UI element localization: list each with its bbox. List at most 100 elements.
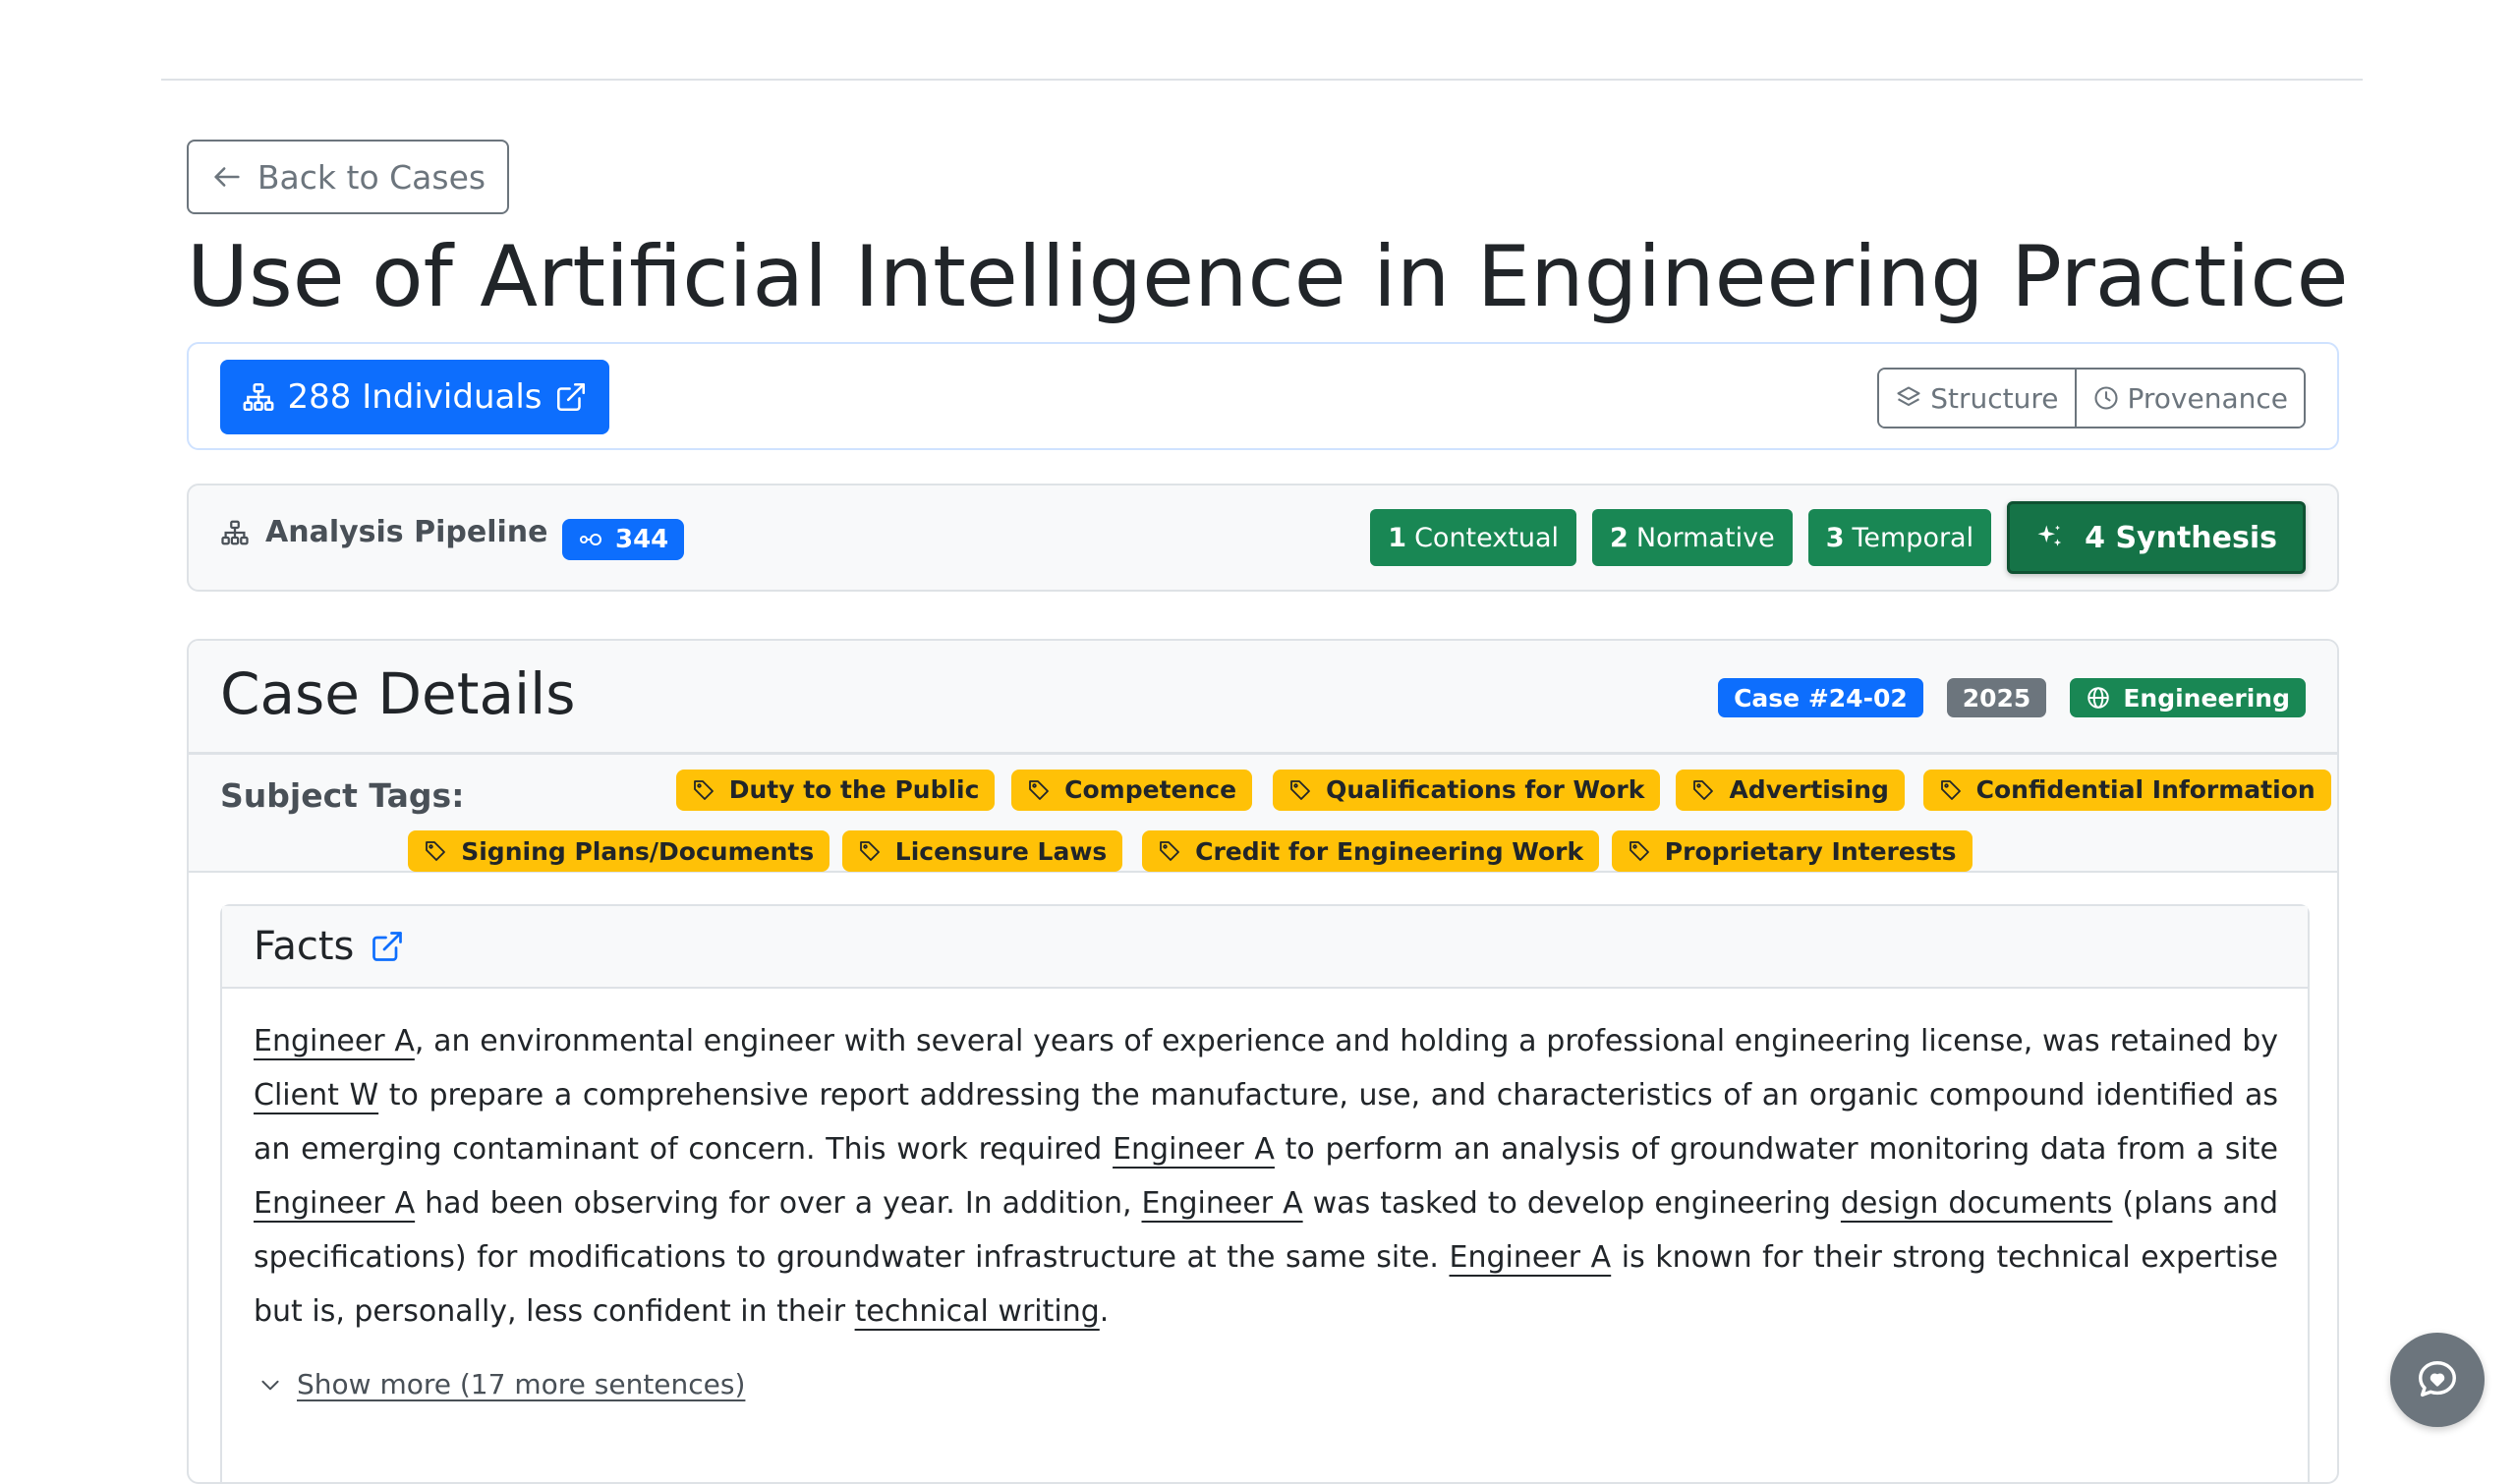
- facts-text: Engineer A, an environmental engineer wi…: [254, 1014, 2278, 1339]
- subject-tag[interactable]: Signing Plans/Documents: [408, 830, 830, 873]
- step-number: 1: [1388, 522, 1407, 553]
- pipeline-label: Analysis Pipeline: [220, 515, 547, 549]
- tag-icon: [1693, 780, 1714, 800]
- hierarchy-icon: [244, 382, 274, 412]
- top-divider: [161, 79, 2363, 81]
- step-number: 4: [2085, 520, 2105, 555]
- entity-link[interactable]: Engineer A: [254, 1024, 415, 1058]
- entity-link[interactable]: Engineer A: [1142, 1186, 1303, 1221]
- subject-tag[interactable]: Credit for Engineering Work: [1142, 830, 1600, 873]
- text-segment: was tasked to develop engineering: [1302, 1186, 1841, 1221]
- text-segment: , an environmental engineer with several…: [414, 1024, 2278, 1058]
- step-temporal-button[interactable]: 3 Temporal: [1807, 509, 1992, 566]
- provenance-button[interactable]: Provenance: [2074, 370, 2304, 427]
- back-to-cases-label: Back to Cases: [257, 157, 486, 197]
- step-label: Contextual: [1414, 522, 1560, 553]
- step-normative-button[interactable]: 2 Normative: [1592, 509, 1793, 566]
- chat-heart-icon: [2419, 1361, 2456, 1398]
- hierarchy-icon: [221, 520, 249, 544]
- case-year: 2025: [1962, 683, 2031, 713]
- facts-section: Facts Engineer A, an environmental engin…: [220, 904, 2310, 1482]
- tag-icon: [1940, 780, 1961, 800]
- subject-tag[interactable]: Competence: [1011, 769, 1253, 811]
- subject-tag-label: Proprietary Interests: [1664, 836, 1957, 866]
- pipeline-steps: 1 Contextual 2 Normative 3 Temporal 4 Synth…: [1370, 501, 2306, 574]
- case-meta-badges: Case #24-02 2025 Engineering: [1718, 678, 2306, 717]
- facts-title: Facts: [254, 924, 355, 969]
- facts-header: Facts: [222, 906, 2308, 989]
- clock-icon: [2093, 386, 2118, 410]
- tag-icon: [1629, 841, 1649, 862]
- subject-tag[interactable]: Advertising: [1676, 769, 1905, 811]
- subject-tag[interactable]: Duty to the Public: [675, 769, 996, 811]
- subject-tags-label: Subject Tags:: [220, 776, 465, 815]
- tag-icon: [1160, 841, 1180, 862]
- step-number: 3: [1825, 522, 1845, 553]
- step-label: Normative: [1635, 522, 1775, 553]
- chevron-down-icon: [261, 1380, 279, 1390]
- year-badge: 2025: [1946, 678, 2047, 717]
- case-details-header: Case Details Case #24-02 2025 Engineerin…: [189, 641, 2337, 755]
- case-number: Case #24-02: [1734, 683, 1908, 713]
- step-label: Temporal: [1852, 522, 1974, 553]
- view-toggle-group: Structure Provenance: [1877, 368, 2306, 428]
- individuals-button-label: 288 Individuals: [287, 377, 543, 417]
- external-link-icon[interactable]: [370, 929, 405, 964]
- subject-tag[interactable]: Proprietary Interests: [1611, 830, 1973, 873]
- entity-link[interactable]: technical writing: [855, 1294, 1100, 1329]
- globe-icon: [2087, 687, 2110, 709]
- step-contextual-button[interactable]: 1 Contextual: [1370, 509, 1577, 566]
- external-link-icon: [556, 382, 585, 412]
- sparkles-icon: [2037, 525, 2062, 546]
- provenance-label: Provenance: [2127, 381, 2289, 415]
- subject-tags: Subject Tags: Duty to the Public Competen…: [189, 755, 2337, 873]
- tag-icon: [1290, 780, 1310, 800]
- subject-tag-label: Confidential Information: [1975, 775, 2316, 805]
- text-segment: to perform an analysis of groundwater mo…: [1274, 1132, 2279, 1167]
- subject-tag[interactable]: Qualifications for Work: [1273, 769, 1661, 811]
- tag-icon: [693, 780, 714, 800]
- entity-link[interactable]: Client W: [254, 1078, 378, 1113]
- subject-tag[interactable]: Confidential Information: [1922, 769, 2331, 811]
- case-number-badge: Case #24-02: [1718, 678, 1923, 717]
- subject-tag-label: Competence: [1064, 775, 1237, 805]
- chat-button[interactable]: [2390, 1333, 2485, 1427]
- structure-label: Structure: [1930, 381, 2059, 415]
- back-to-cases-button[interactable]: Back to Cases: [187, 140, 509, 214]
- tag-icon: [426, 841, 446, 862]
- case-category: Engineering: [2123, 683, 2290, 713]
- step-synthesis-button[interactable]: 4 Synthesis: [2007, 501, 2306, 574]
- pipeline-count-badge: 344: [562, 519, 685, 560]
- subject-tag[interactable]: Licensure Laws: [841, 830, 1123, 873]
- arrow-left-icon: [214, 167, 240, 187]
- individuals-bar: 288 Individuals Structure Provenance: [187, 342, 2339, 450]
- case-details-card: Case Details Case #24-02 2025 Engineerin…: [187, 639, 2339, 1484]
- entity-link[interactable]: Engineer A: [1113, 1132, 1275, 1167]
- subject-tag-label: Advertising: [1729, 775, 1889, 805]
- show-more-label: Show more (17 more sentences): [297, 1368, 746, 1400]
- structure-button[interactable]: Structure: [1879, 370, 2075, 427]
- link-nodes-icon: [580, 534, 601, 545]
- analysis-pipeline: Analysis Pipeline 344 1 Contextual 2 Norma…: [187, 484, 2339, 592]
- pipeline-count: 344: [615, 525, 669, 554]
- entity-link[interactable]: Engineer A: [1450, 1240, 1612, 1275]
- entity-link[interactable]: design documents: [1841, 1186, 2113, 1221]
- tag-icon: [1029, 780, 1050, 800]
- subject-tag-label: Credit for Engineering Work: [1195, 836, 1584, 866]
- entity-link[interactable]: Engineer A: [254, 1186, 415, 1221]
- show-more-link[interactable]: Show more (17 more sentences): [257, 1368, 745, 1400]
- step-number: 2: [1610, 522, 1629, 553]
- text-segment: had been observing for over a year. In a…: [415, 1186, 1142, 1221]
- individuals-button[interactable]: 288 Individuals: [220, 360, 609, 434]
- subject-tag-label: Duty to the Public: [728, 775, 980, 805]
- page-title: Use of Artificial Intelligence in Engine…: [187, 228, 2349, 326]
- pipeline-label-text: Analysis Pipeline: [265, 515, 548, 549]
- subject-tag-label: Qualifications for Work: [1326, 775, 1645, 805]
- subject-tag-label: Licensure Laws: [894, 836, 1108, 866]
- category-badge: Engineering: [2070, 678, 2306, 717]
- tag-icon: [859, 841, 880, 862]
- subject-tag-label: Signing Plans/Documents: [461, 836, 815, 866]
- text-segment: .: [1099, 1294, 1110, 1329]
- case-details-title: Case Details: [220, 660, 576, 727]
- layers-icon: [1897, 386, 1920, 407]
